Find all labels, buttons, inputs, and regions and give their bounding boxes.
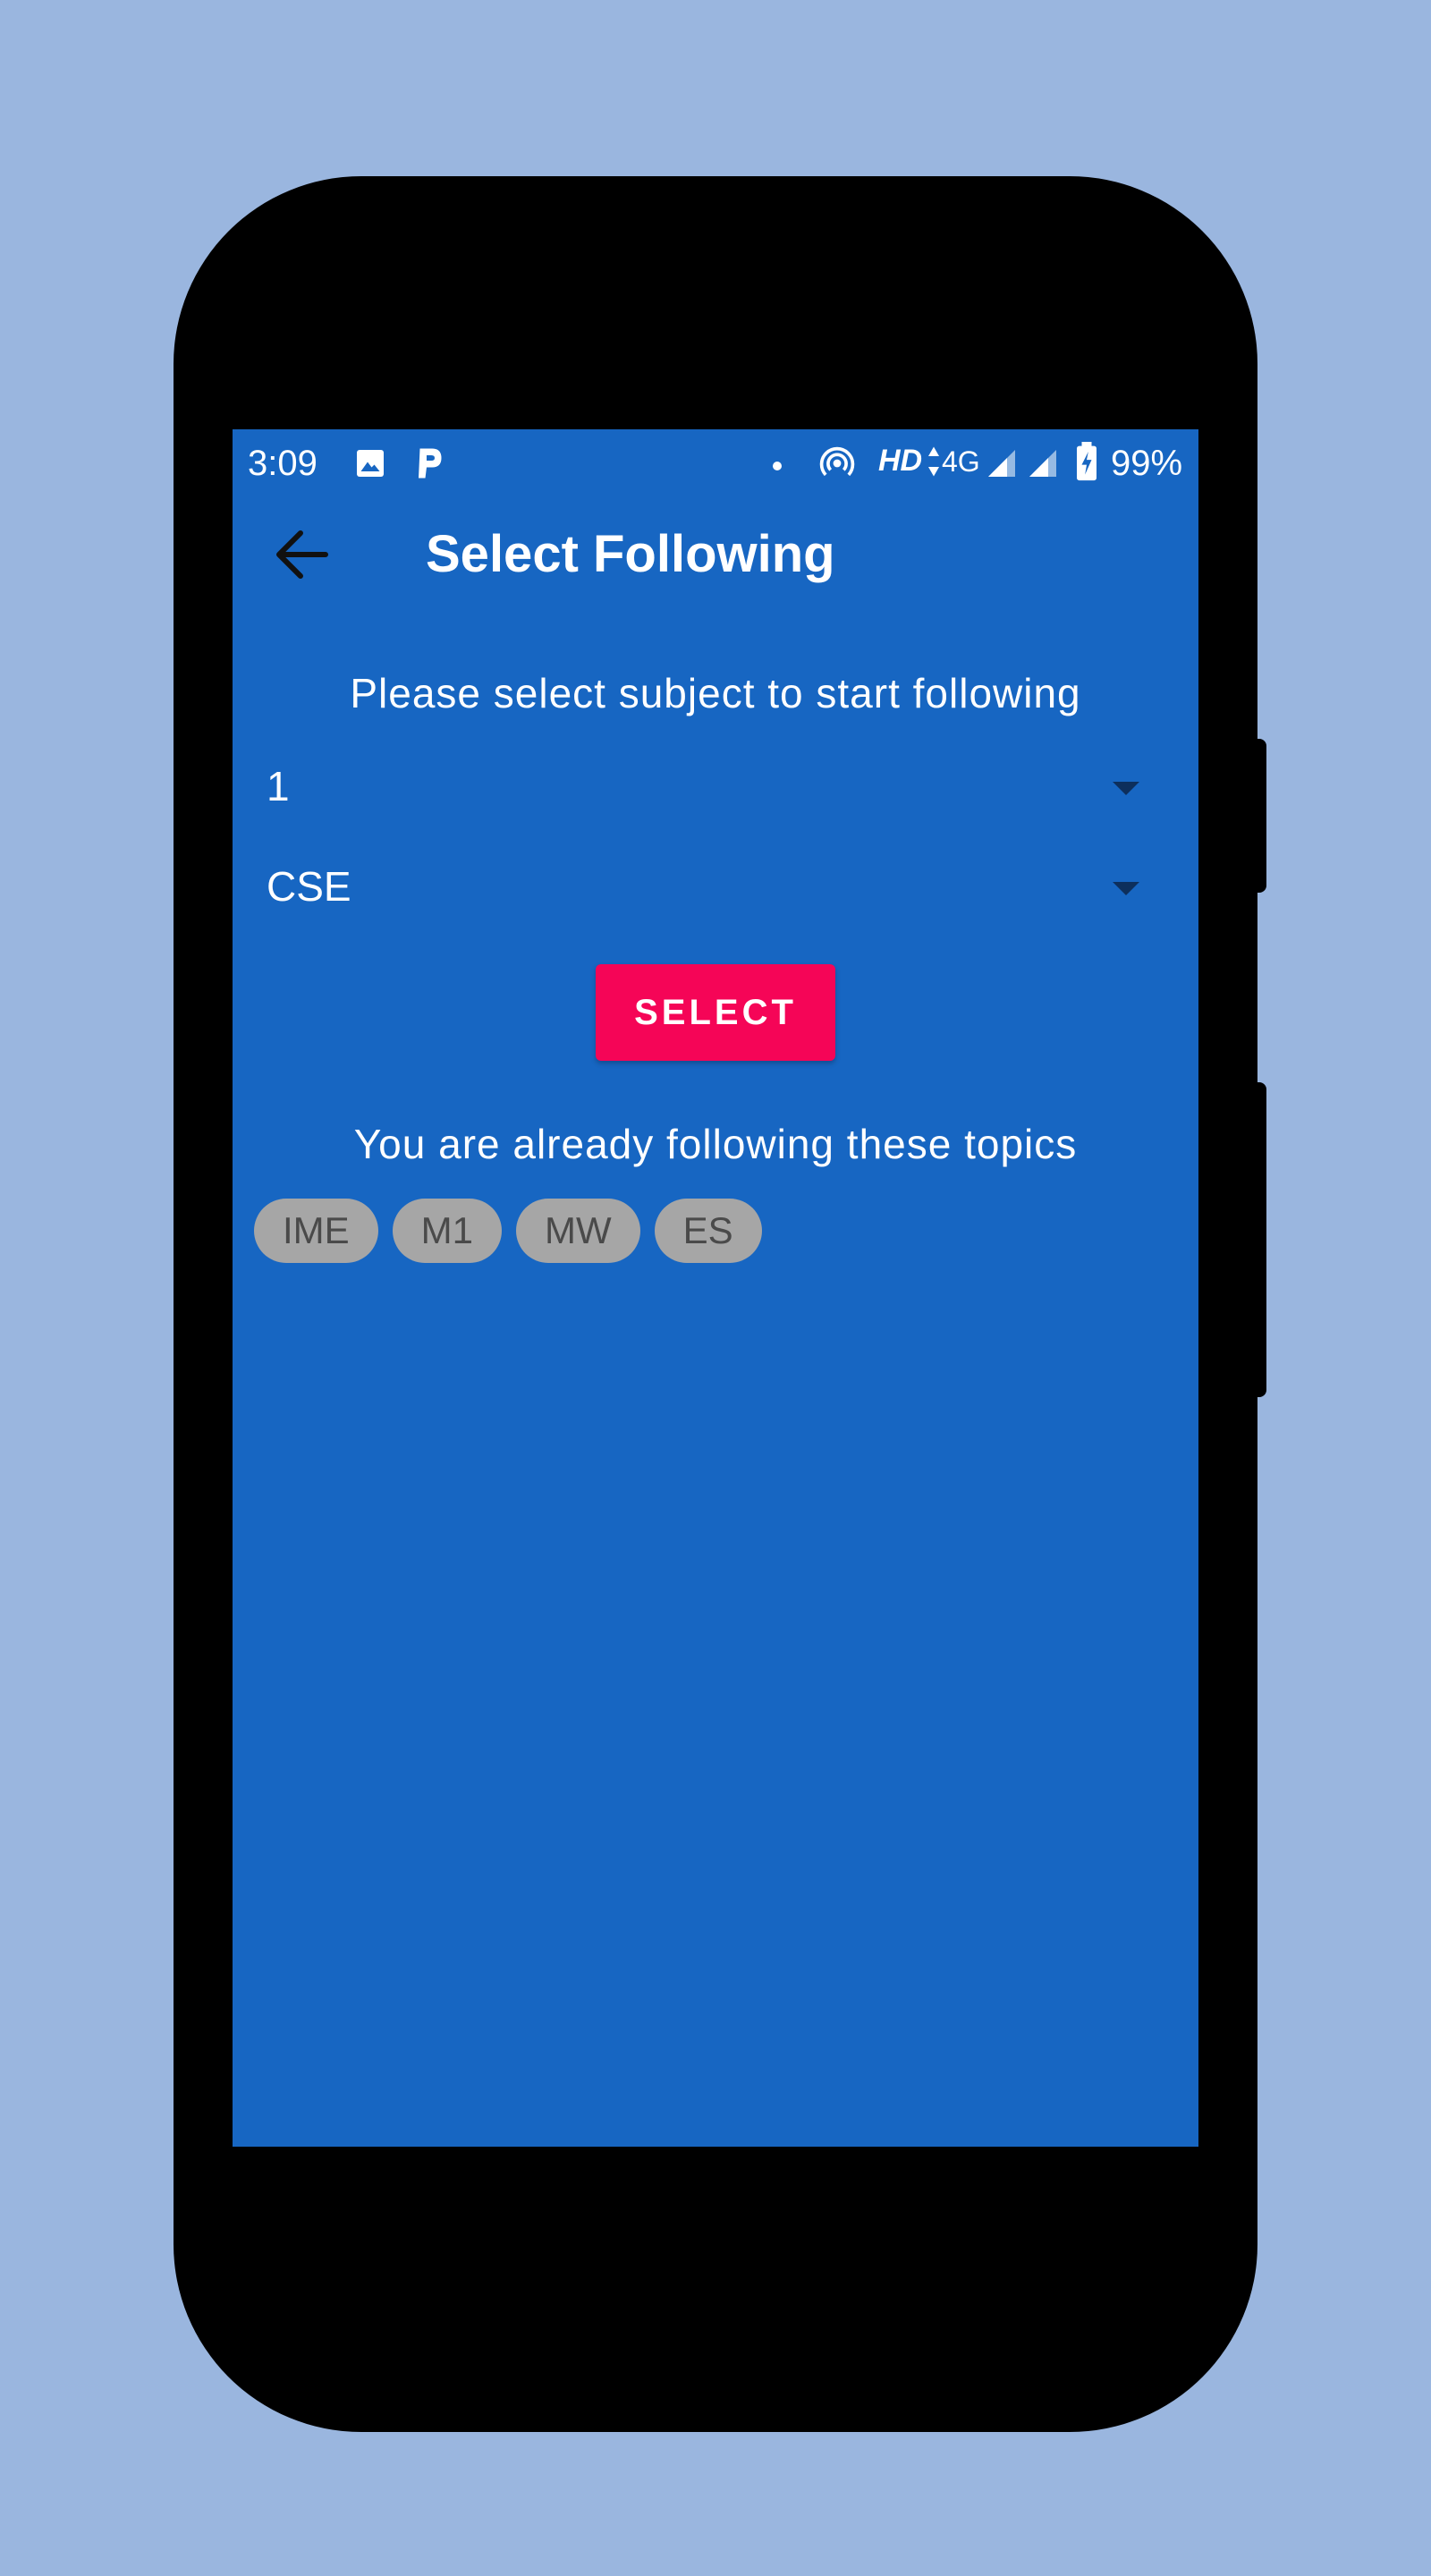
- arrow-back-icon[interactable]: [275, 530, 329, 580]
- signal-icon: [1029, 450, 1056, 477]
- semester-value: 1: [267, 763, 290, 809]
- status-bar: 3:09 HD 4G 99%: [233, 429, 1198, 497]
- battery-level: 99%: [1111, 444, 1183, 483]
- chevron-down-icon: [1113, 782, 1139, 795]
- status-time: 3:09: [248, 444, 318, 483]
- data-arrows-icon: [928, 446, 939, 477]
- following-heading: You are already following these topics: [353, 1121, 1078, 1167]
- instruction-text: Please select subject to start following: [350, 670, 1081, 716]
- toolbar: Select Following: [233, 497, 1198, 608]
- hotspot-icon: [819, 446, 855, 477]
- power-button: [1252, 739, 1266, 893]
- signal-icon: [988, 450, 1015, 477]
- branch-dropdown[interactable]: CSE: [267, 852, 1161, 923]
- hd-indicator: HD: [878, 444, 923, 478]
- topic-chip[interactable]: MW: [516, 1199, 640, 1263]
- branch-value: CSE: [267, 863, 351, 910]
- page-title: Select Following: [426, 525, 835, 583]
- topic-chip[interactable]: M1: [392, 1199, 503, 1263]
- topic-chip[interactable]: ES: [654, 1199, 762, 1263]
- select-button[interactable]: SELECT: [596, 964, 835, 1061]
- followed-topics-list: IME M1 MW ES: [254, 1199, 762, 1263]
- battery-charging-icon: [1077, 442, 1097, 481]
- image-icon: [357, 450, 384, 477]
- chevron-down-icon: [1113, 882, 1139, 895]
- semester-dropdown[interactable]: 1: [267, 751, 1161, 823]
- topic-chip[interactable]: IME: [254, 1199, 378, 1263]
- network-type: 4G: [942, 445, 980, 478]
- volume-button: [1252, 1082, 1266, 1397]
- parking-icon: [419, 448, 442, 479]
- app-screen: 3:09 HD 4G 99% Select Following Please s…: [233, 429, 1198, 2147]
- notification-dot-icon: [773, 462, 782, 470]
